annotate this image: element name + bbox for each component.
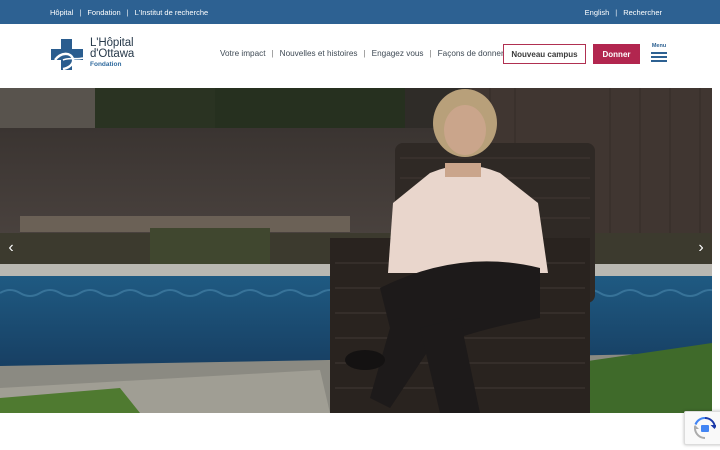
site-logo[interactable]: L'Hôpital d'Ottawa Fondation	[51, 37, 135, 70]
topbar-separator: |	[79, 8, 82, 17]
donate-button[interactable]: Donner	[593, 44, 640, 64]
topbar-link-institut[interactable]: L'Institut de recherche	[135, 8, 209, 17]
topbar-link-fondation[interactable]: Fondation	[87, 8, 120, 17]
site-header: L'Hôpital d'Ottawa Fondation Votre impac…	[0, 24, 720, 88]
nav-separator: |	[429, 49, 432, 58]
carousel-next-arrow-icon[interactable]: ›	[694, 238, 708, 258]
topbar-right-links: English | Rechercher	[585, 8, 662, 17]
top-utility-bar: Hôpital | Fondation | L'Institut de rech…	[0, 0, 720, 24]
logo-subtitle: Fondation	[90, 61, 122, 68]
recaptcha-badge[interactable]	[684, 411, 720, 445]
topbar-link-hopital[interactable]: Hôpital	[50, 8, 73, 17]
page-edge	[712, 88, 720, 413]
nav-item-facons-de-donner[interactable]: Façons de donner	[438, 49, 504, 58]
new-campus-button[interactable]: Nouveau campus	[503, 44, 586, 64]
search-link[interactable]: Rechercher	[623, 8, 662, 17]
main-navigation: Votre impact | Nouvelles et histoires | …	[220, 49, 504, 58]
hero-carousel: ‹ ›	[0, 88, 712, 413]
recaptcha-icon	[693, 417, 716, 439]
menu-label: Menu	[651, 43, 667, 49]
logo-name-line2: d'Ottawa	[90, 48, 135, 60]
hero-photo	[0, 88, 712, 413]
logo-wordmark: L'Hôpital d'Ottawa Fondation	[90, 37, 135, 69]
topbar-left-links: Hôpital | Fondation | L'Institut de rech…	[50, 8, 208, 17]
nav-separator: |	[363, 49, 366, 58]
hospital-cross-logo-icon	[51, 39, 83, 70]
topbar-separator: |	[126, 8, 129, 17]
nav-separator: |	[271, 49, 274, 58]
nav-item-engagez-vous[interactable]: Engagez vous	[372, 49, 424, 58]
language-link-english[interactable]: English	[585, 8, 610, 17]
topbar-separator: |	[615, 8, 618, 17]
hamburger-icon	[650, 52, 668, 62]
carousel-prev-arrow-icon[interactable]: ‹	[4, 238, 18, 258]
menu-button[interactable]: Menu	[650, 43, 668, 67]
nav-item-votre-impact[interactable]: Votre impact	[220, 49, 266, 58]
nav-item-nouvelles[interactable]: Nouvelles et histoires	[280, 49, 358, 58]
